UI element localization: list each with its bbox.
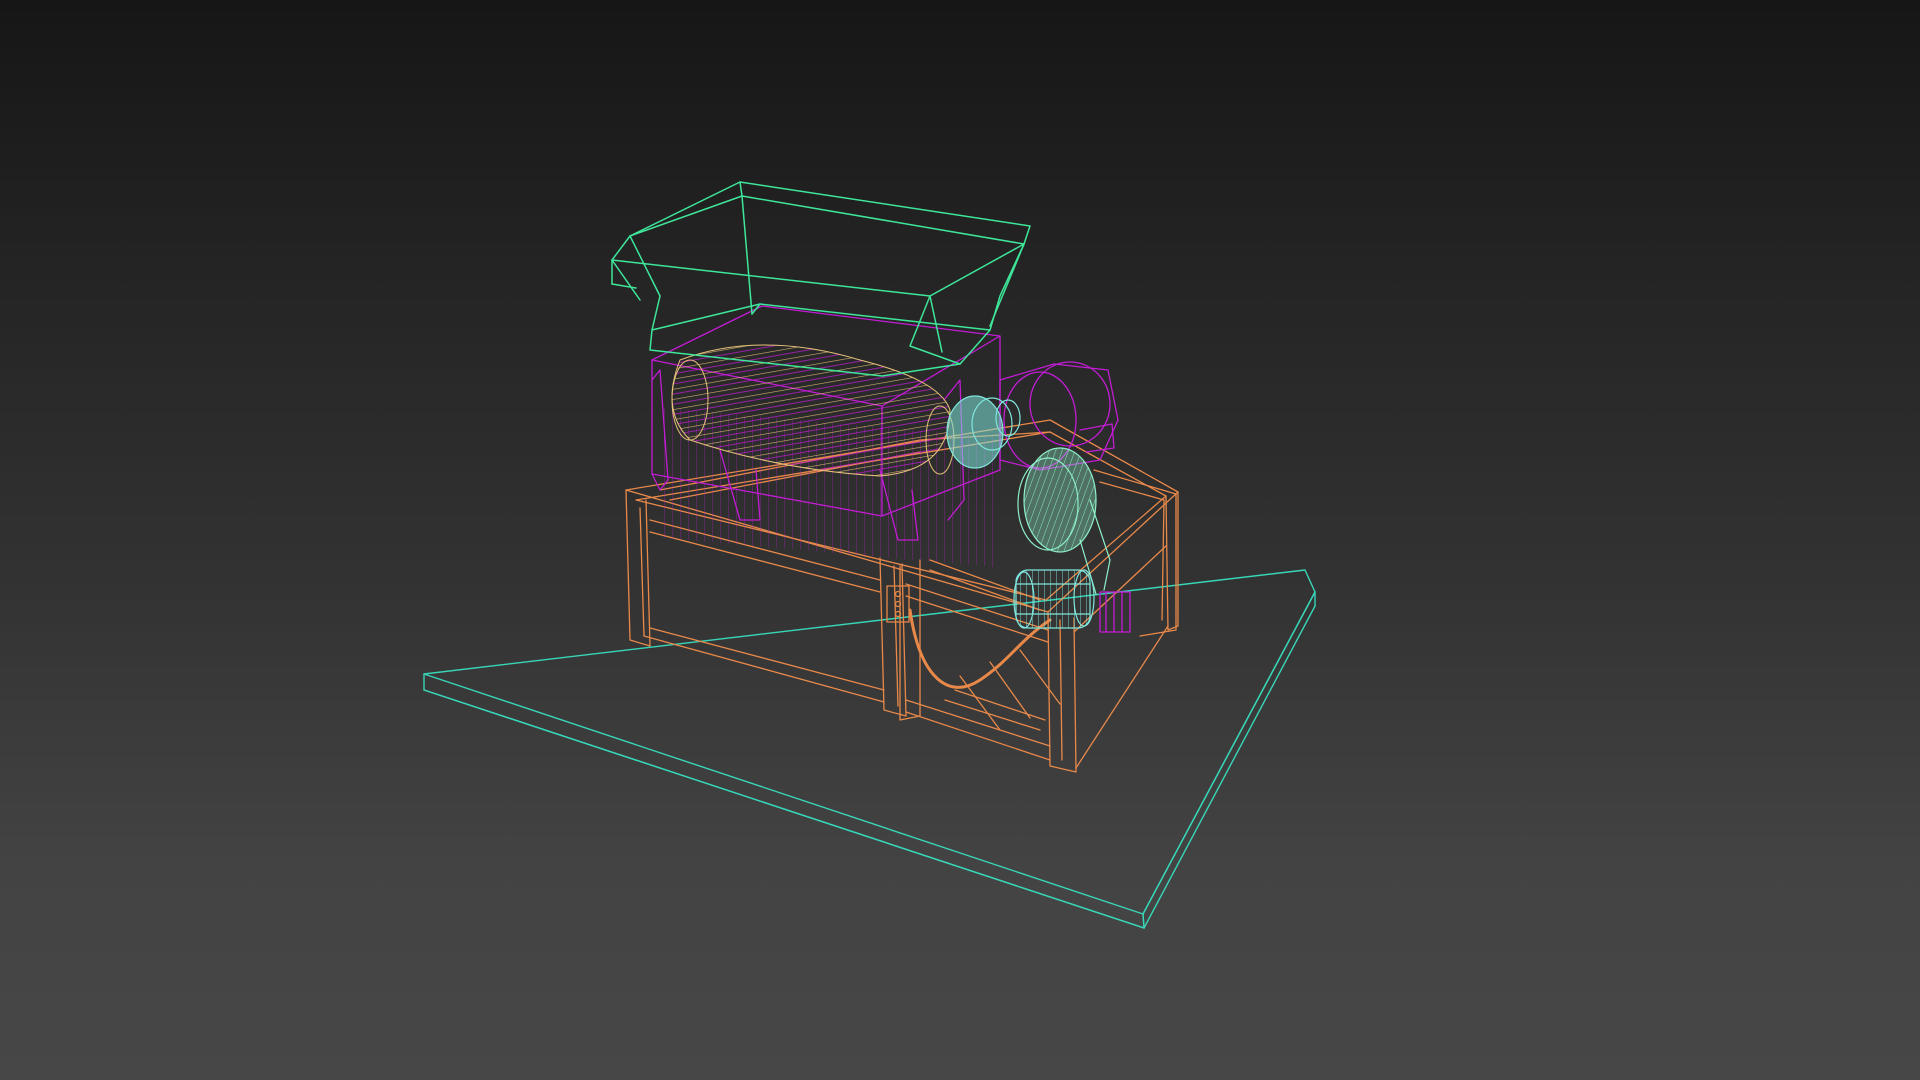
ground-plane[interactable] [423,569,1316,929]
gear-cap[interactable] [946,395,1021,469]
motor[interactable] [1013,569,1095,629]
wireframe-scene[interactable] [0,0,1920,1080]
hopper[interactable] [611,181,1031,377]
3d-viewport[interactable] [0,0,1920,1080]
